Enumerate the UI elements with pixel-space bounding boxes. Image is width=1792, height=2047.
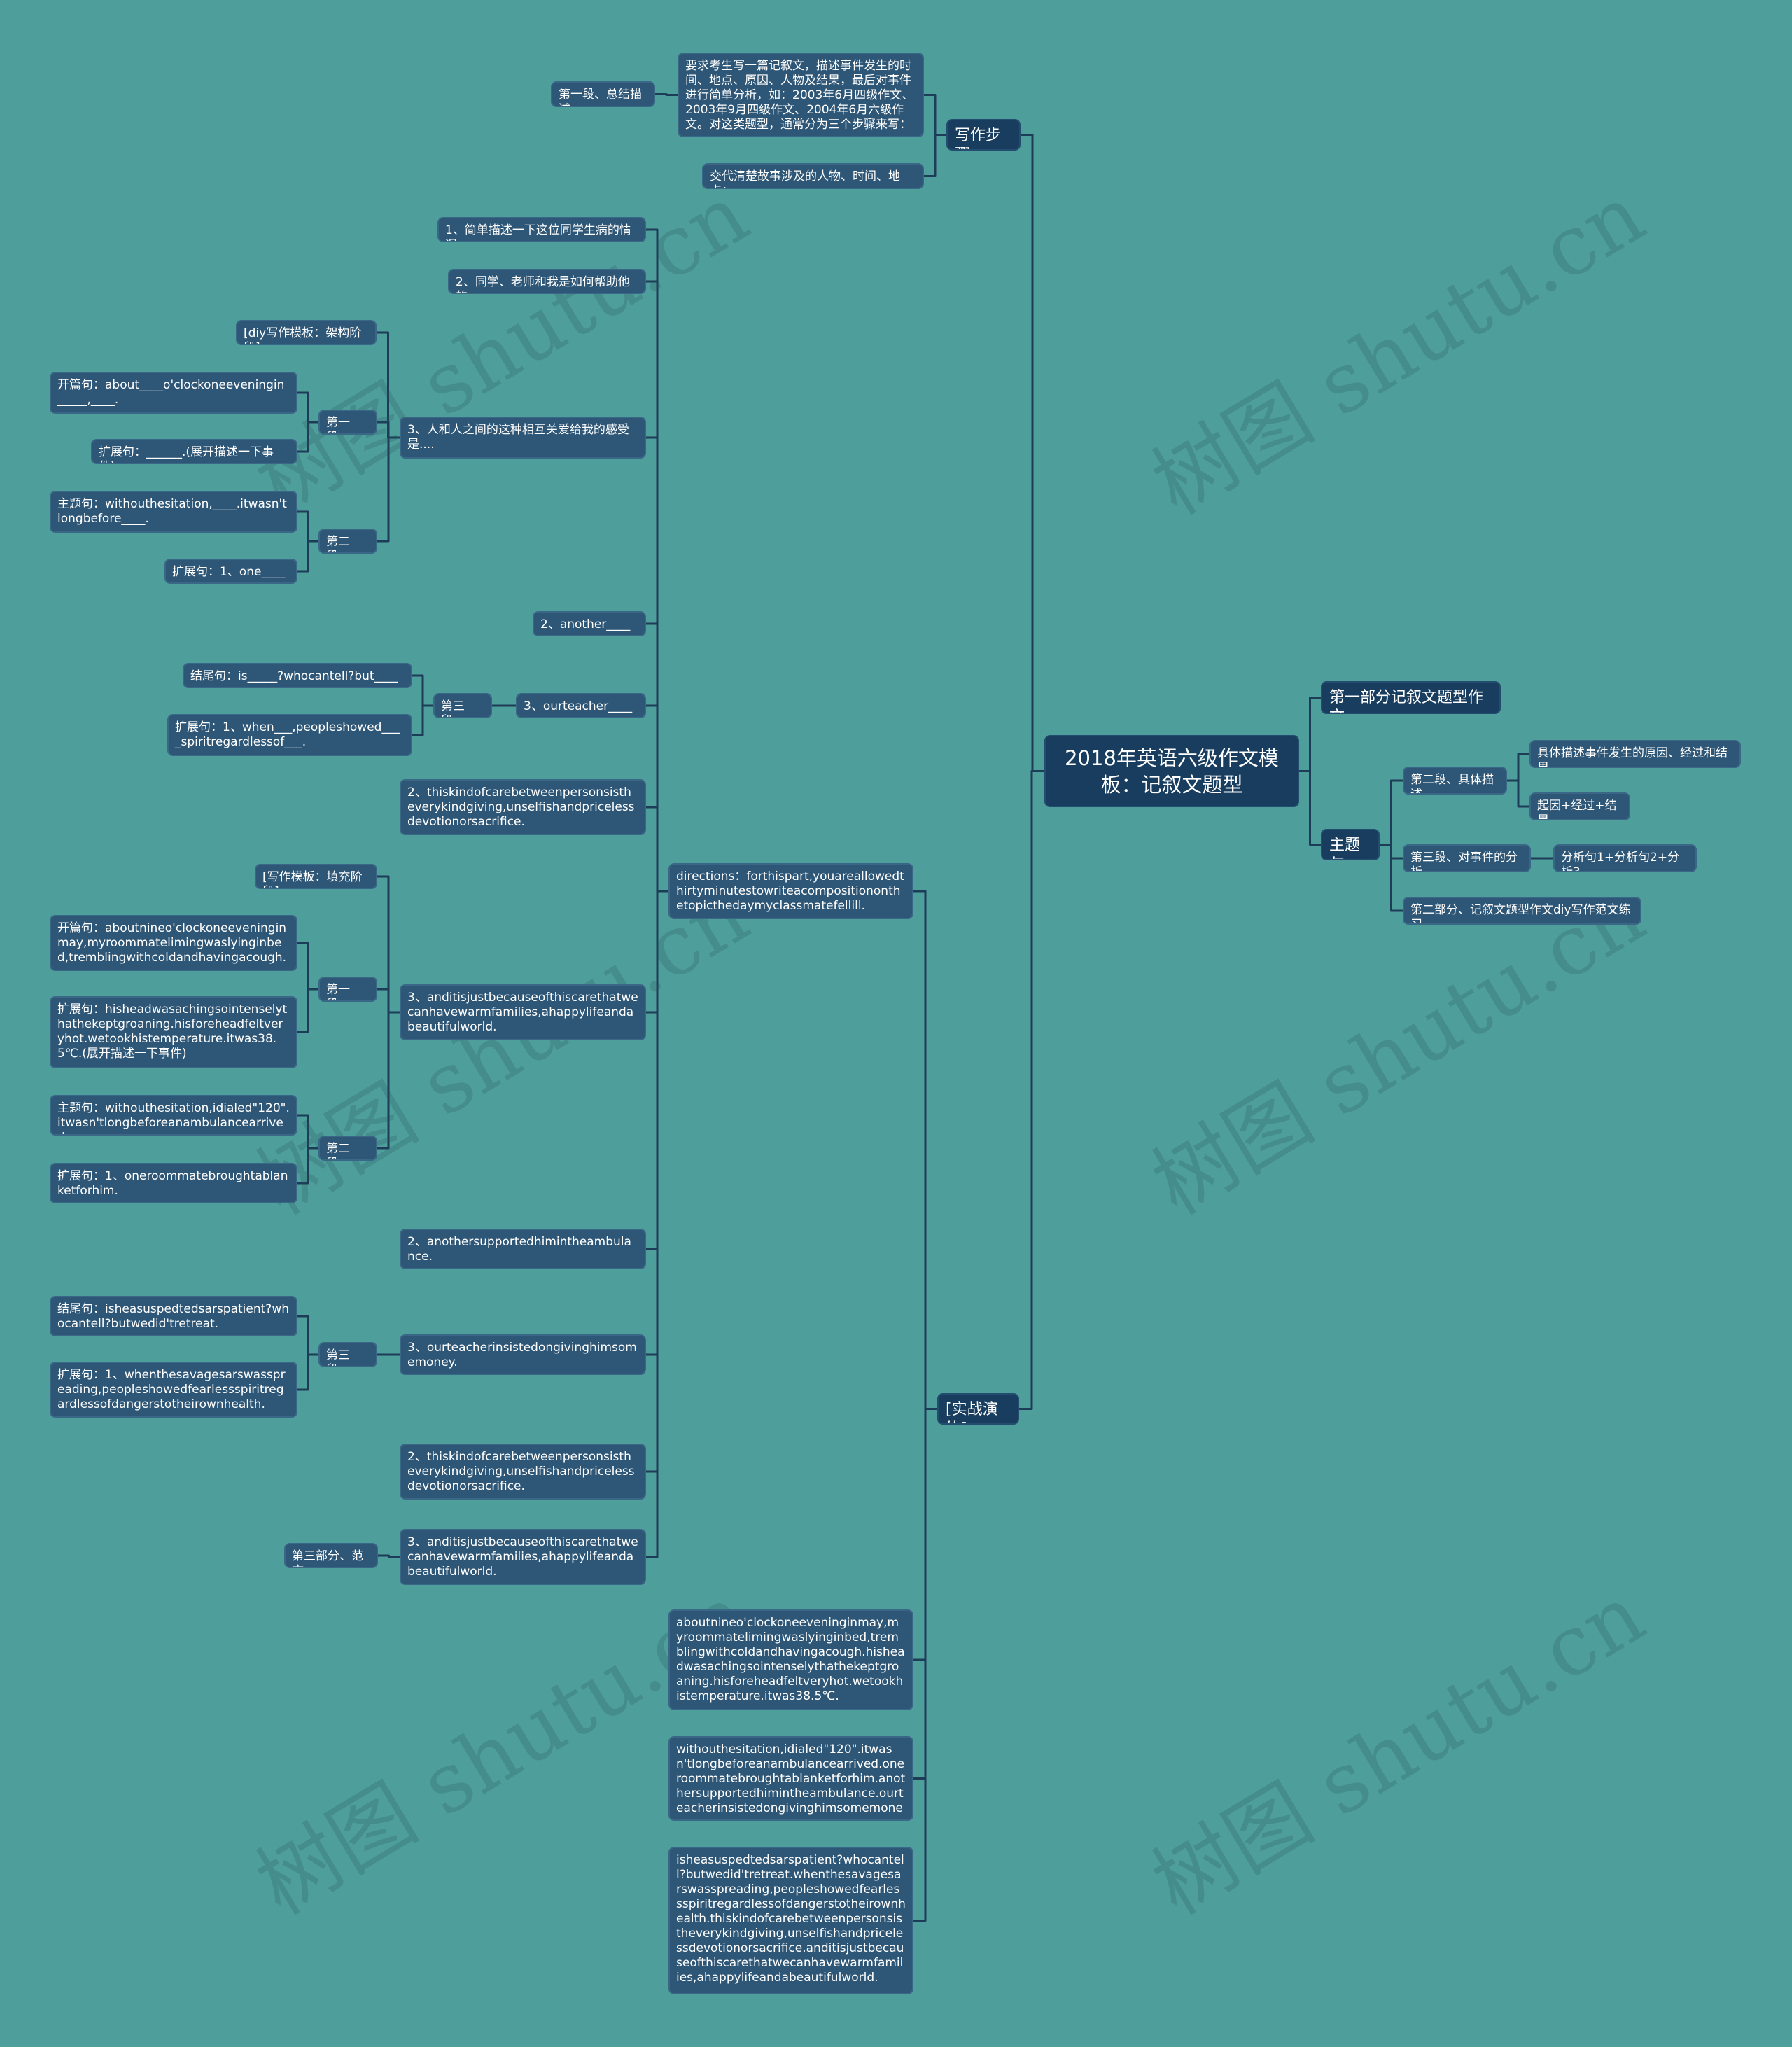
node-para2-detail[interactable]: 第二段、具体描述 [1403,767,1507,795]
node-para2-child[interactable]: 具体描述事件发生的原因、经过和结果 [1530,740,1741,768]
node-ending-sentence[interactable]: 结尾句：is_____?whocantell?but_____. [183,663,412,688]
connector-line [924,94,946,136]
node-outline-item[interactable]: 3、ourteacherinsistedongivinghimsomemoney… [400,1334,646,1375]
connector-line [1299,770,1321,846]
node-explain[interactable]: 交代清楚故事涉及的人物、时间、地点： [702,163,924,189]
connector-line [377,1011,400,1150]
node-para-label[interactable]: 第三段： [318,1342,377,1367]
node-outline-item[interactable]: 2、another_____. [533,611,646,636]
connector-line [924,134,946,177]
node-part3-sample[interactable]: 第三部分、范文 [284,1543,378,1568]
node-directions[interactable]: directions：forthispart,youareallowedthir… [668,863,913,919]
node-ending-sentence[interactable]: 结尾句：isheasuspedtedsarspatient?whocantell… [50,1296,298,1336]
node-para3-analysis[interactable]: 第三段、对事件的分析 [1403,844,1531,872]
connector-line [377,421,400,439]
connector-line [377,436,400,543]
node-topic-sentence[interactable]: 主题句：withouthesitation,idialed"120".itwas… [50,1095,298,1136]
node-outline-item[interactable]: 2、thiskindofcarebetweenpersonsistheveryk… [400,1444,646,1500]
connector-line [412,704,433,736]
node-part1[interactable]: 第一部分记叙文题型作文 [1321,681,1501,714]
node-para-label[interactable]: 第一段： [318,977,377,1002]
connector-line [298,1147,318,1185]
node-para3-child[interactable]: 分析句1+分析句2+分析3 [1553,844,1697,872]
node-essay[interactable]: aboutnineo'clockoneeveninginmay,myroomma… [668,1609,913,1710]
node-para2-child[interactable]: 起因+经过+结果 [1530,792,1630,820]
node-para-label[interactable]: 第二段： [318,529,377,554]
node-para-label[interactable]: 第一段： [318,410,377,435]
node-opening-sentence[interactable]: 开篇句：aboutnineo'clockoneeveninginmay,myro… [50,915,298,971]
node-expand-sentence[interactable]: 扩展句：1、oneroommatebroughtablanketforhim. [50,1163,298,1203]
connector-line [298,1114,318,1150]
node-filling-stage[interactable]: [写作模板：填充阶段] [255,864,377,889]
node-outline-item[interactable]: 3、ourteacher_____. [516,693,646,718]
connector-line [1507,779,1530,808]
node-topic-sentence[interactable]: 主题句 [1321,829,1380,860]
node-requirement[interactable]: 要求考生写一篇记叙文，描述事件发生的时间、地点、原因、人物及结果，最后对事件进行… [678,53,924,137]
connector-line [298,942,318,991]
node-expand-sentence[interactable]: 扩展句：hisheadwasachingsointenselythathekep… [50,996,298,1068]
node-essay[interactable]: isheasuspedtedsarspatient?whocantell?but… [668,1847,913,1994]
node-writing-steps[interactable]: 写作步骤 [946,119,1021,151]
node-para-label[interactable]: 第二段： [318,1136,377,1161]
connector-line [1021,134,1044,772]
node-expand-sentence[interactable]: 扩展句：1、when___,peopleshowed____spiritrega… [167,714,412,756]
root-node[interactable]: 2018年英语六级作文模板：记叙文题型 [1044,735,1299,807]
node-outline-item[interactable]: 1、简单描述一下这位同学生病的情况; [438,217,646,242]
node-part2[interactable]: 第二部分、记叙文题型作文diy写作范文练习 [1403,897,1642,925]
connector-line [646,890,668,1558]
connector-line [378,1554,400,1558]
node-para-label[interactable]: 第三段： [433,693,492,718]
node-para1-summary[interactable]: 第一段、总结描述 [551,81,655,107]
node-outline-item[interactable]: 3、人和人之间的这种相互关爱给我的感受是.... [400,417,646,459]
connector-line [298,421,318,453]
connector-line [298,1353,318,1391]
connector-line [412,674,433,707]
node-essay[interactable]: withouthesitation,idialed"120".itwasn'tl… [668,1736,913,1821]
connector-line [298,391,318,424]
connector-line [298,988,318,1033]
node-opening-sentence[interactable]: 开篇句：about____o'clockoneeveningin_____,__… [50,372,298,414]
connector-line [1019,770,1044,1410]
node-expand-sentence[interactable]: 扩展句：1、whenthesavagesarswasspreading,peop… [50,1362,298,1418]
connector-line [298,540,318,573]
connector-line [1380,779,1403,846]
node-expand-sentence[interactable]: 扩展句：1、one_____. [164,559,298,584]
node-topic-sentence[interactable]: 主题句：withouthesitation,____.itwasn'tlongb… [50,491,298,533]
node-outline-item[interactable]: 3、anditisjustbecauseofthiscarethatwecanh… [400,1529,646,1585]
connector-line [1380,844,1403,912]
node-framework-stage[interactable]: [diy写作模板：架构阶段] [236,320,377,345]
connector-line [377,988,400,1014]
connector-line [1507,753,1530,782]
node-expand-sentence[interactable]: 扩展句：______.(展开描述一下事件) [91,439,298,464]
node-outline-item[interactable]: 2、anothersupportedhimintheambulance. [400,1229,646,1269]
node-outline-item[interactable]: 2、同学、老师和我是如何帮助他的; [448,269,646,294]
node-outline-item[interactable]: 2、thiskindofcarebetweenpersonsistheveryk… [400,779,646,835]
connector-line [913,1408,937,1922]
connector-line [646,806,668,893]
connector-line [913,890,937,1410]
connector-line [298,1315,318,1356]
node-outline-item[interactable]: 3、anditisjustbecauseofthiscarethatwecanh… [400,984,646,1040]
connector-line [1299,697,1321,772]
connector-line [298,510,318,543]
node-practice[interactable]: [实战演练] [937,1393,1019,1425]
